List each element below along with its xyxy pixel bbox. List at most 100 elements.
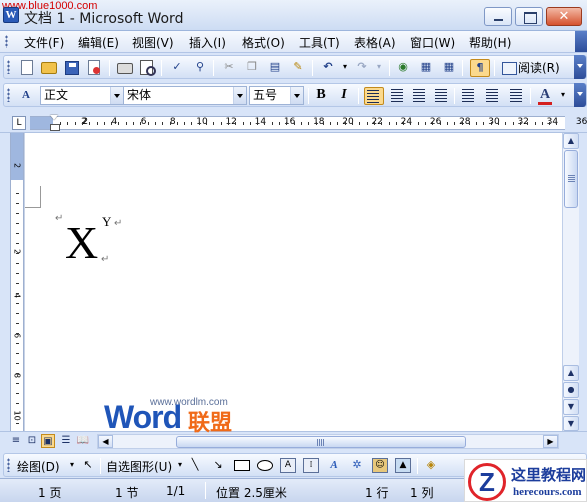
menu-format[interactable]: 格式(O) [242, 34, 285, 50]
scroll-right-icon[interactable]: ▶ [543, 435, 558, 448]
save-icon[interactable] [65, 61, 79, 75]
arrow-icon[interactable]: ↘ [210, 457, 226, 473]
center-align-icon[interactable] [389, 87, 405, 103]
superscript-character[interactable]: Y [102, 214, 111, 230]
justify-align-icon[interactable] [364, 87, 384, 105]
chevron-down-icon[interactable] [290, 87, 303, 104]
word-app-icon[interactable]: W [3, 7, 19, 23]
increase-indent-icon[interactable] [508, 87, 524, 103]
insert-table-icon[interactable]: ▦ [441, 59, 457, 75]
base-character[interactable]: X [65, 218, 98, 268]
paste-icon[interactable]: ▤ [267, 59, 283, 75]
vertical-text-box-icon[interactable]: ⁞ [303, 458, 319, 473]
menu-bar-options[interactable] [575, 31, 587, 52]
numbering-icon[interactable] [460, 87, 476, 103]
redo-dropdown-icon[interactable]: ▾ [371, 59, 387, 75]
menu-edit[interactable]: 编辑(E) [78, 34, 119, 50]
outline-view-icon[interactable]: ☰ [59, 434, 73, 448]
menu-table[interactable]: 表格(A) [354, 34, 396, 50]
copy-icon[interactable]: ❐ [244, 59, 260, 75]
maximize-button[interactable] [515, 7, 543, 26]
autoshapes-dropdown-icon[interactable]: ▾ [172, 457, 188, 473]
chevron-down-icon[interactable] [233, 87, 246, 104]
menu-window[interactable]: 窗口(W) [410, 34, 455, 50]
line-icon[interactable]: ╲ [187, 457, 203, 473]
print-layout-icon[interactable]: ▣ [41, 434, 55, 448]
vertical-ruler[interactable]: 2 2 4 6 8 10 [10, 133, 24, 431]
permission-icon[interactable] [88, 60, 100, 75]
ruler-minor-tick [16, 403, 19, 404]
autoshapes-menu-button[interactable]: 自选图形(U) [106, 458, 172, 475]
italic-button[interactable]: I [336, 87, 352, 103]
hyperlink-icon[interactable]: ◉ [395, 59, 411, 75]
vertical-scrollbar[interactable]: ▲ ▲ ● ▼ ▼ [562, 133, 579, 431]
font-color-dropdown-icon[interactable]: ▾ [555, 87, 571, 103]
vertical-scroll-thumb[interactable] [564, 150, 578, 208]
fill-color-icon[interactable]: ◈ [423, 457, 439, 473]
print-icon[interactable] [117, 63, 133, 74]
tables-borders-icon[interactable]: ▦ [418, 59, 434, 75]
indent-marker[interactable] [50, 115, 60, 131]
styles-formatting-icon[interactable]: A [18, 87, 34, 103]
toolbar-options-icon[interactable] [574, 83, 586, 107]
next-page-icon[interactable]: ▼ [563, 399, 579, 415]
reading-layout-icon[interactable]: 📖 [76, 434, 90, 448]
style-select[interactable]: 正文 [40, 86, 124, 105]
toolbar-grip[interactable] [7, 88, 10, 102]
oval-icon[interactable] [257, 460, 273, 471]
menu-view[interactable]: 视图(V) [132, 34, 174, 50]
draw-dropdown-icon[interactable]: ▾ [64, 457, 80, 473]
undo-icon[interactable]: ↶ [320, 59, 336, 75]
font-select[interactable]: 宋体 [123, 86, 247, 105]
toolbar-grip[interactable] [7, 60, 10, 74]
diagram-icon[interactable]: ✲ [349, 457, 365, 473]
scroll-left-icon[interactable]: ◀ [98, 435, 113, 448]
menu-insert[interactable]: 插入(I) [189, 34, 226, 50]
close-button[interactable]: ✕ [546, 7, 582, 26]
text-box-icon[interactable]: A [280, 458, 296, 473]
rectangle-icon[interactable] [234, 460, 250, 471]
tab-selector[interactable]: L [12, 116, 26, 130]
scroll-up-icon[interactable]: ▲ [563, 133, 579, 149]
ruler-minor-tick [16, 353, 19, 354]
horizontal-ruler[interactable]: 2 2 4 6 8 10 12 14 16 18 20 22 24 26 28 30 32 34 36 [30, 115, 587, 131]
menu-help[interactable]: 帮助(H) [469, 34, 511, 50]
horizontal-scrollbar[interactable]: ◀ ▶ [97, 434, 559, 449]
previous-page-icon[interactable]: ▲ [563, 365, 579, 381]
redo-icon[interactable]: ↷ [354, 59, 370, 75]
bold-button[interactable]: B [313, 87, 329, 103]
menu-grip[interactable] [5, 35, 8, 48]
right-align-icon[interactable] [411, 87, 427, 103]
distributed-align-icon[interactable] [433, 87, 449, 103]
scroll-down-icon[interactable]: ▼ [563, 416, 579, 431]
web-layout-icon[interactable]: ⊡ [25, 434, 39, 448]
format-painter-icon[interactable]: ✎ [290, 59, 306, 75]
open-folder-icon[interactable] [41, 62, 57, 74]
font-size-select[interactable]: 五号 [249, 86, 304, 105]
new-document-icon[interactable] [21, 60, 33, 75]
chevron-down-icon[interactable] [110, 87, 123, 104]
wordart-icon[interactable]: A [326, 457, 342, 473]
horizontal-scroll-thumb[interactable] [176, 436, 466, 448]
normal-view-icon[interactable]: ≡ [9, 434, 23, 448]
research-icon[interactable]: ⚲ [192, 59, 208, 75]
toolbar-grip[interactable] [7, 458, 10, 472]
insert-picture-icon[interactable]: ▲ [395, 458, 411, 473]
spelling-icon[interactable]: ✓ [169, 59, 185, 75]
select-objects-icon[interactable]: ↖ [80, 457, 96, 473]
menu-tools[interactable]: 工具(T) [299, 34, 340, 50]
select-browse-object-icon[interactable]: ● [563, 382, 579, 398]
undo-dropdown-icon[interactable]: ▾ [337, 59, 353, 75]
show-hide-icon[interactable]: ¶ [470, 59, 490, 77]
minimize-button[interactable] [484, 7, 512, 26]
bullets-icon[interactable] [484, 87, 500, 103]
font-color-icon[interactable]: A [537, 87, 553, 105]
read-button[interactable]: 阅读(R) [500, 59, 560, 77]
print-preview-icon[interactable] [140, 60, 156, 76]
document-page[interactable]: ↵ X Y ↵ ↵ [24, 133, 562, 431]
draw-menu-button[interactable]: 绘图(D) [17, 458, 60, 475]
clip-art-icon[interactable]: ☺ [372, 458, 388, 473]
toolbar-options-icon[interactable] [574, 55, 586, 79]
cut-icon[interactable]: ✂ [221, 59, 237, 75]
menu-file[interactable]: 文件(F) [24, 34, 64, 50]
